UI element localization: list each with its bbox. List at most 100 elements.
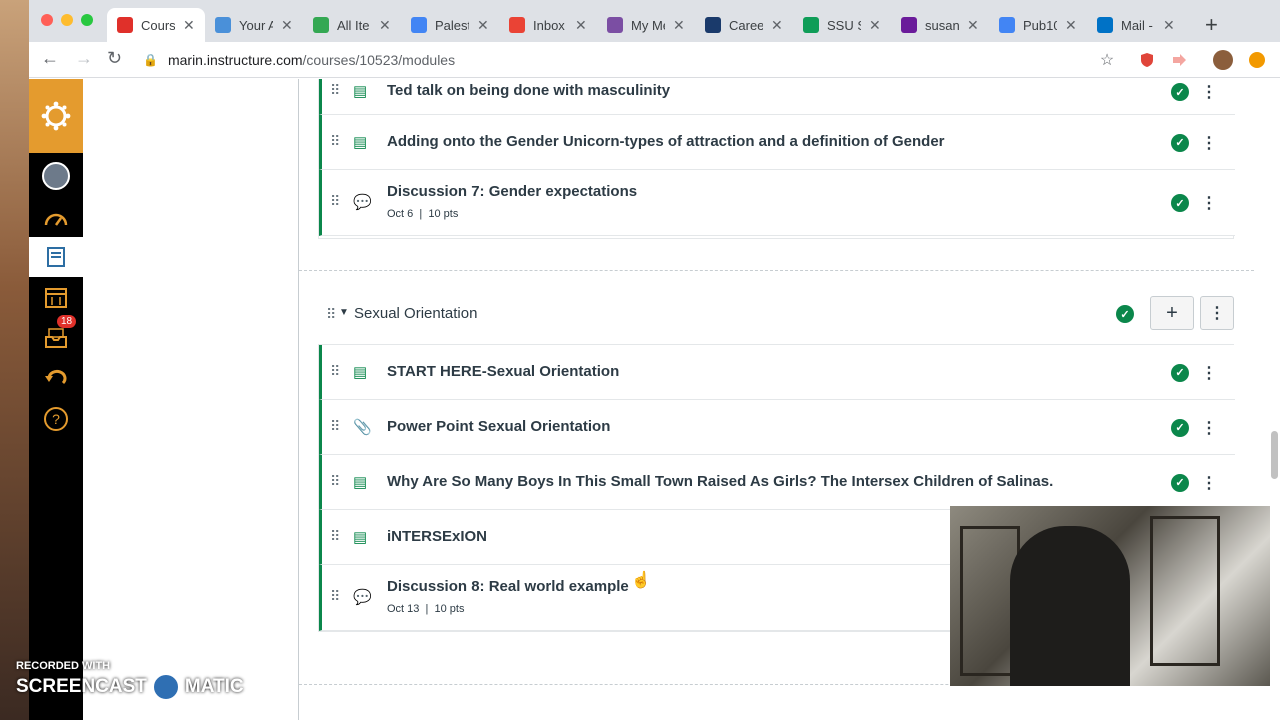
dashboard-icon[interactable] <box>29 199 83 239</box>
published-icon[interactable]: ✓ <box>1171 363 1189 382</box>
calendar-icon[interactable] <box>29 277 83 317</box>
item-options-icon[interactable]: ⋮ <box>1201 193 1217 213</box>
tab-close-icon[interactable]: ✕ <box>379 17 391 34</box>
back-icon[interactable]: ← <box>41 48 59 69</box>
tab-close-icon[interactable]: ✕ <box>771 17 783 34</box>
browser-tab[interactable]: Pub10 ✕ <box>989 8 1087 42</box>
address-bar[interactable]: 🔒 marin.instructure.com/courses/10523/mo… <box>137 46 1137 74</box>
bookmark-star-icon[interactable]: ☆ <box>1097 50 1117 70</box>
new-tab-button[interactable]: + <box>1205 12 1218 38</box>
help-icon[interactable]: ? <box>29 399 83 439</box>
update-icon[interactable] <box>1247 50 1267 70</box>
history-icon[interactable] <box>29 358 83 398</box>
browser-window: Cours ✕ Your A ✕ All Ite ✕ Palest ✕ Inbox ✕ My Me ✕… <box>29 0 1280 720</box>
drag-handle-icon[interactable]: ⠿ <box>330 473 340 490</box>
item-meta: Oct 13 | 10 pts <box>387 603 465 615</box>
drag-handle-icon[interactable]: ⠿ <box>330 418 340 435</box>
add-item-button[interactable]: + <box>1150 296 1194 330</box>
canvas-logo-icon[interactable] <box>29 79 83 153</box>
tab-close-icon[interactable]: ✕ <box>575 17 587 34</box>
drag-handle-icon[interactable]: ⠿ <box>326 306 336 323</box>
item-options-icon[interactable]: ⋮ <box>1201 133 1217 153</box>
browser-tab[interactable]: Inbox ✕ <box>499 8 597 42</box>
module-item[interactable]: ⠿ ▤ START HERE-Sexual Orientation ✓ ⋮ <box>319 345 1235 400</box>
browser-tab[interactable]: Mail - ✕ <box>1087 8 1185 42</box>
item-title-link[interactable]: Why Are So Many Boys In This Small Town … <box>387 473 1053 490</box>
module-item[interactable]: ⠿ ▤ Ted talk on being done with masculinit… <box>319 79 1235 115</box>
inbox-icon[interactable]: 18 <box>29 315 83 357</box>
module-published-icon[interactable]: ✓ <box>1116 305 1134 323</box>
close-window-button[interactable] <box>41 14 53 26</box>
tab-close-icon[interactable]: ✕ <box>967 17 979 34</box>
item-title-link[interactable]: iNTERSExION <box>387 528 487 545</box>
module-item[interactable]: ⠿ 📎 Power Point Sexual Orientation ✓ ⋮ <box>319 400 1235 455</box>
browser-tab[interactable]: My Me ✕ <box>597 8 695 42</box>
tab-close-icon[interactable]: ✕ <box>183 17 195 34</box>
item-title-link[interactable]: START HERE-Sexual Orientation <box>387 363 619 380</box>
tab-favicon-icon <box>215 17 231 33</box>
item-title-link[interactable]: Adding onto the Gender Unicorn-types of … <box>387 133 945 150</box>
scrollbar-thumb[interactable] <box>1271 431 1278 479</box>
module-item[interactable]: ⠿ ▤ Adding onto the Gender Unicorn-types o… <box>319 115 1235 170</box>
page-icon: ▤ <box>353 83 368 100</box>
item-title-link[interactable]: Discussion 7: Gender expectations <box>387 183 637 200</box>
item-options-icon[interactable]: ⋮ <box>1201 418 1217 438</box>
drag-handle-icon[interactable]: ⠿ <box>330 193 340 210</box>
item-title-link[interactable]: Discussion 8: Real world example <box>387 578 629 595</box>
forward-icon[interactable]: → <box>75 48 93 69</box>
browser-tab[interactable]: Palest ✕ <box>401 8 499 42</box>
published-icon[interactable]: ✓ <box>1171 83 1189 101</box>
item-meta: Oct 6 | 10 pts <box>387 208 459 220</box>
module-item[interactable]: ⠿ ▤ Why Are So Many Boys In This Small Tow… <box>319 455 1235 510</box>
item-options-icon[interactable]: ⋮ <box>1201 363 1217 383</box>
tab-label: Pub10 <box>1023 17 1057 33</box>
module-title[interactable]: Sexual Orientation <box>354 305 477 322</box>
attachment-icon: 📎 <box>353 418 372 436</box>
drag-handle-icon[interactable]: ⠿ <box>330 588 340 605</box>
tab-favicon-icon <box>509 17 525 33</box>
browser-tab[interactable]: All Ite ✕ <box>303 8 401 42</box>
profile-avatar[interactable] <box>1213 50 1233 70</box>
browser-tab[interactable]: Your A ✕ <box>205 8 303 42</box>
collapse-caret-icon[interactable]: ▼ <box>339 307 349 318</box>
tab-label: All Ite <box>337 17 370 33</box>
browser-tab[interactable]: susan ✕ <box>891 8 989 42</box>
account-avatar[interactable] <box>29 156 83 196</box>
item-title-link[interactable]: Power Point Sexual Orientation <box>387 418 610 435</box>
published-icon[interactable]: ✓ <box>1171 133 1189 152</box>
maximize-window-button[interactable] <box>81 14 93 26</box>
item-options-icon[interactable]: ⋮ <box>1201 473 1217 493</box>
tab-close-icon[interactable]: ✕ <box>1065 17 1077 34</box>
item-title-link[interactable]: Ted talk on being done with masculinity <box>387 82 670 99</box>
tab-close-icon[interactable]: ✕ <box>281 17 293 34</box>
drag-handle-icon[interactable]: ⠿ <box>330 363 340 380</box>
extension-arrow-icon[interactable] <box>1169 50 1189 70</box>
module-options-button[interactable]: ⋮ <box>1200 296 1234 330</box>
tab-close-icon[interactable]: ✕ <box>477 17 489 34</box>
item-options-icon[interactable]: ⋮ <box>1201 82 1217 102</box>
module-item[interactable]: ⠿ 💬 Discussion 7: Gender expectations Oct 6… <box>319 170 1235 236</box>
module-previous: ⠿ ▤ Ted talk on being done with masculinit… <box>318 79 1235 239</box>
browser-toolbar: ← → ↻ 🔒 marin.instructure.com/courses/10… <box>29 42 1280 78</box>
published-icon[interactable]: ✓ <box>1171 194 1189 212</box>
person-image <box>1010 526 1130 686</box>
browser-tab[interactable]: Cours ✕ <box>107 8 205 42</box>
tab-label: Inbox <box>533 17 565 33</box>
minimize-window-button[interactable] <box>61 14 73 26</box>
drag-handle-icon[interactable]: ⠿ <box>330 133 340 150</box>
published-icon[interactable]: ✓ <box>1171 473 1189 492</box>
published-icon[interactable]: ✓ <box>1171 418 1189 437</box>
tab-close-icon[interactable]: ✕ <box>1163 17 1175 34</box>
drag-handle-icon[interactable]: ⠿ <box>330 82 340 99</box>
extension-shield-icon[interactable] <box>1137 50 1157 70</box>
discussion-icon: 💬 <box>353 194 372 211</box>
reload-icon[interactable]: ↻ <box>107 48 122 69</box>
drag-handle-icon[interactable]: ⠿ <box>330 528 340 545</box>
tab-close-icon[interactable]: ✕ <box>869 17 881 34</box>
browser-tab[interactable]: SSU S ✕ <box>793 8 891 42</box>
tab-close-icon[interactable]: ✕ <box>673 17 685 34</box>
courses-icon[interactable] <box>29 237 83 277</box>
browser-tab[interactable]: Caree ✕ <box>695 8 793 42</box>
discussion-icon: 💬 <box>353 589 372 606</box>
screencast-watermark: RECORDED WITH SCREENCAST MATIC <box>16 660 244 702</box>
